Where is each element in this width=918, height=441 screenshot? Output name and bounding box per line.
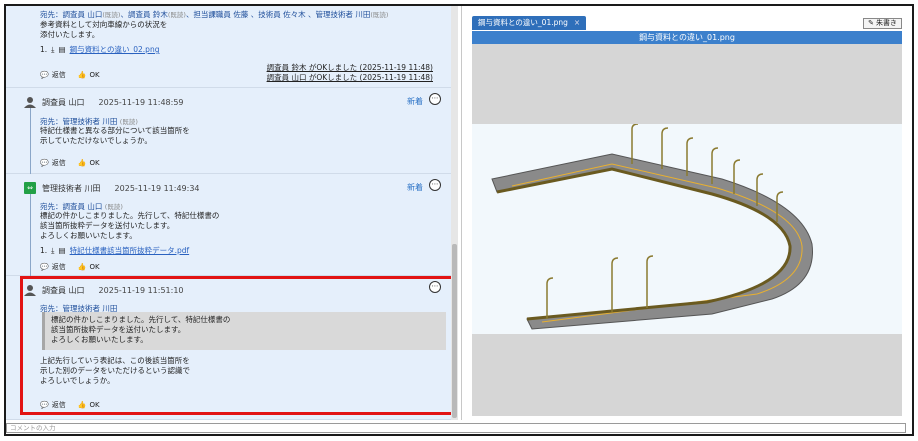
user-avatar-icon: ⇔ (24, 182, 36, 194)
recipients: 宛先：調査員 山口(既読)、調査員 鈴木(既読)、担当課職員 佐藤 、技術員 佐… (40, 10, 389, 19)
attachment-link[interactable]: 特記仕様書該当箇所抜粋データ.pdf (70, 245, 190, 256)
thumbs-up-icon: 👍 (77, 71, 87, 79)
reply-button[interactable]: 💬 返信 (40, 400, 66, 410)
quoted-text: 標記の件かしこまりました。先行して、特記仕様書の 該当箇所抜粋データを送付いたし… (42, 312, 446, 350)
ok-button[interactable]: 👍 OK (78, 401, 100, 409)
image-viewer: 鋼与資料との違い_01.png × ✎ 朱書き 鋼与資料との違い_01.png (466, 12, 906, 420)
tab-image[interactable]: 鋼与資料との違い_01.png × (472, 16, 587, 30)
speech-bubble-icon: 💬 (40, 401, 49, 409)
new-badge: 新着 (407, 97, 423, 106)
reply-button[interactable]: 💬 返信 (40, 158, 66, 168)
pencil-icon: ✎ (868, 19, 874, 27)
message-actions: 💬 返信 👍 OK (40, 262, 100, 272)
user-avatar-icon (24, 284, 36, 296)
speech-bubble-icon: 💬 (40, 71, 49, 79)
more-options-icon[interactable]: ⋯ (429, 179, 441, 191)
message-body: 参考資料として対向車線からの状況を 添付いたします。 (40, 20, 168, 39)
message-header: ⇔ 管理技術者 川田 2025-11-19 11:49:34 (24, 182, 200, 194)
message-header: 調査員 山口 2025-11-19 11:51:10 (24, 284, 184, 296)
download-icon[interactable]: ⤓ (51, 246, 54, 256)
message-3: ⇔ 管理技術者 川田 2025-11-19 11:49:34 新着 ⋯ 宛先：調… (6, 174, 451, 276)
comment-input[interactable]: コメントの入力 (6, 423, 906, 433)
reply-button[interactable]: 💬 返信 (40, 70, 66, 80)
message-body: 標記の件かしこまりました。先行して、特記仕様書の 該当箇所抜粋データを送付いたし… (40, 211, 220, 240)
bridge-rendering-image (472, 124, 902, 334)
file-icon: ▤ (58, 45, 66, 54)
new-badge: 新着 (407, 183, 423, 192)
thumbs-up-icon: 👍 (77, 401, 87, 409)
author-name: 調査員 山口 (42, 97, 85, 107)
attachment-link[interactable]: 鋼与資料との違い_02.png (70, 44, 160, 55)
attachment-item[interactable]: 1. ⤓ ▤ 鋼与資料との違い_02.png (40, 44, 159, 55)
message-body: 特記仕様書と異なる部分について該当箇所を 示していただけないでしょうか。 (40, 126, 190, 145)
thumbs-up-icon: 👍 (77, 159, 87, 167)
scrollbar-thumb[interactable] (452, 244, 457, 418)
thumbs-up-icon: 👍 (77, 263, 87, 271)
ok-button[interactable]: 👍 OK (78, 71, 100, 79)
ok-status-list: 調査員 鈴木 がOKしました (2025-11-19 11:48) 調査員 山口… (266, 63, 433, 82)
close-icon[interactable]: × (574, 16, 580, 30)
message-2: 調査員 山口 2025-11-19 11:48:59 新着 ⋯ 宛先：管理技術者… (6, 88, 451, 174)
scrollbar[interactable] (451, 6, 458, 420)
speech-bubble-icon: 💬 (40, 263, 49, 271)
message-body: 上記先行していう表記は、この後該当箇所を 示した別のデータをいただけるという認識… (40, 356, 190, 385)
ok-button[interactable]: 👍 OK (78, 159, 100, 167)
message-thread[interactable]: 宛先：調査員 山口(既読)、調査員 鈴木(既読)、担当課職員 佐藤 、技術員 佐… (6, 6, 458, 420)
ok-button[interactable]: 👍 OK (78, 263, 100, 271)
download-icon[interactable]: ⤓ (51, 45, 54, 55)
user-avatar-icon (24, 96, 36, 108)
reply-button[interactable]: 💬 返信 (40, 262, 66, 272)
more-options-icon[interactable]: ⋯ (429, 93, 441, 105)
file-icon: ▤ (58, 246, 66, 255)
timestamp: 2025-11-19 11:48:59 (98, 97, 184, 107)
message-actions: 💬 返信 👍 OK (40, 400, 100, 410)
image-canvas[interactable] (472, 44, 902, 416)
message-actions: 💬 返信 👍 OK (40, 70, 100, 80)
speech-bubble-icon: 💬 (40, 159, 49, 167)
author-name: 管理技術者 川田 (42, 183, 101, 193)
author-name: 調査員 山口 (42, 285, 85, 295)
message-1: 宛先：調査員 山口(既読)、調査員 鈴木(既読)、担当課職員 佐藤 、技術員 佐… (6, 6, 451, 88)
message-header: 調査員 山口 2025-11-19 11:48:59 (24, 96, 184, 108)
more-options-icon[interactable]: ⋯ (429, 281, 441, 293)
timestamp: 2025-11-19 11:49:34 (114, 183, 200, 193)
timestamp: 2025-11-19 11:51:10 (98, 285, 184, 295)
annotate-button[interactable]: ✎ 朱書き (863, 18, 902, 29)
message-actions: 💬 返信 👍 OK (40, 158, 100, 168)
panel-splitter[interactable] (461, 6, 462, 420)
image-title: 鋼与資料との違い_01.png (472, 31, 902, 44)
attachment-item[interactable]: 1. ⤓ ▤ 特記仕様書該当箇所抜粋データ.pdf (40, 245, 189, 256)
